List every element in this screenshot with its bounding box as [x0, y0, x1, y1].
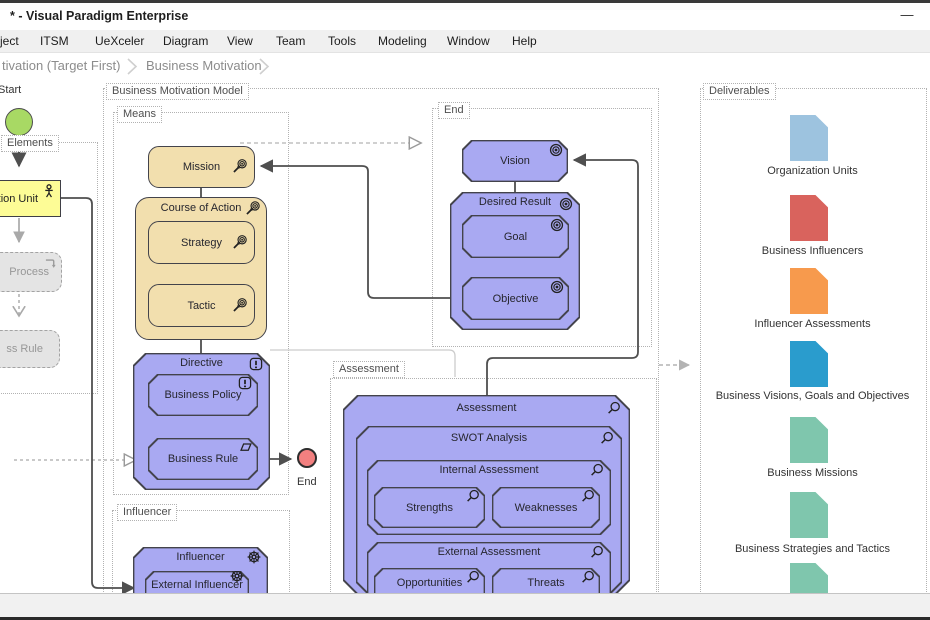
deliverable-label: Organization Units: [700, 165, 925, 177]
deliverable-doc-business-strategies[interactable]: [790, 492, 828, 538]
goal-icon: [233, 297, 247, 311]
title-bar: * - Visual Paradigm Enterprise —: [0, 3, 930, 30]
node-weaknesses[interactable]: Weaknesses: [492, 487, 600, 528]
menu-bar: ject ITSM UeXceler Diagram View Team Too…: [0, 30, 930, 53]
deliverable-label: Business Visions, Goals and Objectives: [700, 390, 925, 402]
menu-item-view[interactable]: View: [227, 30, 253, 52]
menu-item-uexceler[interactable]: UeXceler: [95, 30, 144, 52]
node-assessment-label: Assessment: [343, 402, 630, 414]
container-influencer-label: Influencer: [117, 504, 177, 521]
deliverable-label: Business Missions: [700, 467, 925, 479]
deliverable-doc-organization-units[interactable]: [790, 115, 828, 161]
container-bmm-label: Business Motivation Model: [106, 83, 249, 100]
magnifier-icon: [590, 545, 604, 559]
person-icon: [42, 184, 56, 198]
deliverable-doc-business-influencers[interactable]: [790, 195, 828, 241]
node-vision[interactable]: Vision: [462, 140, 568, 182]
menu-item-window[interactable]: Window: [447, 30, 490, 52]
exclamation-icon: [238, 376, 252, 390]
magnifier-icon: [466, 489, 480, 503]
node-process[interactable]: Process: [0, 252, 62, 292]
magnifier-icon: [581, 489, 595, 503]
node-swot-label: SWOT Analysis: [356, 432, 622, 444]
node-business-policy[interactable]: Business Policy: [148, 374, 258, 416]
container-deliverables-label: Deliverables: [703, 83, 776, 100]
node-organization-unit-label: tion Unit: [0, 193, 38, 205]
chevron-right-icon: [126, 58, 138, 75]
magnifier-icon: [466, 570, 480, 584]
diagram-canvas[interactable]: Elements Business Motivation Model Means…: [0, 80, 930, 593]
node-external-assessment-label: External Assessment: [367, 546, 611, 558]
node-rule[interactable]: ss Rule: [0, 330, 60, 368]
bullseye-icon: [550, 218, 564, 232]
exclamation-icon: [249, 357, 263, 371]
goal-icon: [246, 201, 260, 215]
start-node[interactable]: [5, 108, 33, 136]
deliverable-label: Business Strategies and Tactics: [700, 543, 925, 555]
breadcrumb-item-current[interactable]: Business Motivation: [146, 53, 262, 79]
node-organization-unit[interactable]: tion Unit: [0, 180, 61, 217]
magnifier-icon: [600, 431, 614, 445]
parallelogram-icon: [238, 440, 252, 454]
menu-item-project[interactable]: ject: [0, 30, 19, 52]
container-assessment-label: Assessment: [333, 361, 405, 378]
node-threats[interactable]: Threats: [492, 568, 600, 593]
deliverable-label: Business Influencers: [700, 245, 925, 257]
bullseye-icon: [550, 280, 564, 294]
chevron-right-icon: [258, 58, 270, 75]
node-strengths[interactable]: Strengths: [374, 487, 485, 528]
helm-wheel-icon: [247, 550, 261, 564]
breadcrumb: tivation (Target First) Business Motivat…: [0, 53, 930, 81]
deliverable-doc-partial[interactable]: [790, 563, 828, 593]
node-tactic[interactable]: Tactic: [148, 284, 255, 327]
node-goal[interactable]: Goal: [462, 215, 569, 258]
minimize-button[interactable]: —: [896, 5, 918, 25]
breadcrumb-item-parent[interactable]: tivation (Target First): [2, 53, 120, 79]
node-opportunities[interactable]: Opportunities: [374, 568, 485, 593]
deliverable-label: Influencer Assessments: [700, 318, 925, 330]
node-business-rule[interactable]: Business Rule: [148, 438, 258, 480]
node-internal-assessment-label: Internal Assessment: [367, 464, 611, 476]
node-rule-label: ss Rule: [6, 343, 43, 355]
window-title: * - Visual Paradigm Enterprise: [10, 9, 188, 23]
magnifier-icon: [581, 570, 595, 584]
node-objective[interactable]: Objective: [462, 277, 569, 320]
magnifier-icon: [590, 463, 604, 477]
container-end-label: End: [438, 102, 470, 119]
menu-item-diagram[interactable]: Diagram: [163, 30, 208, 52]
end-node[interactable]: [297, 448, 317, 468]
node-external-influencer[interactable]: External Influencer: [145, 571, 249, 593]
container-elements-label: Elements: [1, 135, 59, 152]
subprocess-icon: [43, 256, 57, 270]
menu-item-help[interactable]: Help: [512, 30, 537, 52]
start-label: Start: [0, 84, 21, 96]
deliverable-doc-influencer-assessments[interactable]: [790, 268, 828, 314]
magnifier-icon: [607, 401, 621, 415]
bullseye-icon: [559, 197, 573, 211]
menu-item-modeling[interactable]: Modeling: [378, 30, 427, 52]
status-bar: [0, 593, 930, 618]
deliverable-doc-business-missions[interactable]: [790, 417, 828, 463]
node-strategy[interactable]: Strategy: [148, 221, 255, 264]
end-node-label: End: [297, 476, 317, 488]
container-means-label: Means: [117, 106, 162, 123]
bullseye-icon: [549, 143, 563, 157]
menu-item-tools[interactable]: Tools: [328, 30, 356, 52]
deliverable-doc-business-visions[interactable]: [790, 341, 828, 387]
goal-icon: [233, 159, 247, 173]
node-mission[interactable]: Mission: [148, 146, 255, 188]
goal-icon: [233, 234, 247, 248]
menu-item-team[interactable]: Team: [276, 30, 305, 52]
menu-item-itsm[interactable]: ITSM: [40, 30, 69, 52]
